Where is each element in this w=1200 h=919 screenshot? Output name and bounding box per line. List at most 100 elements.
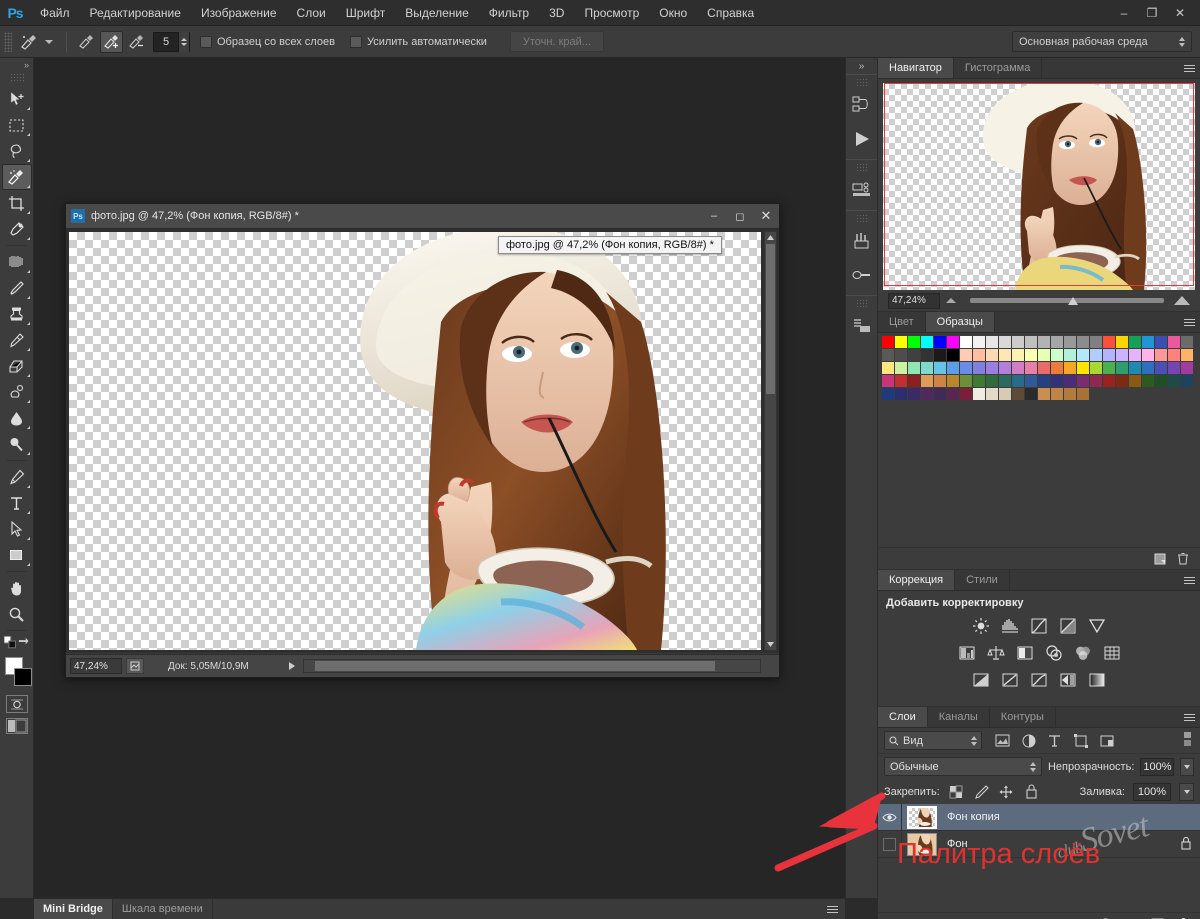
color-swatch[interactable]	[895, 375, 908, 388]
invert-icon[interactable]	[971, 670, 991, 690]
color-swatch[interactable]	[1155, 336, 1168, 349]
tools-grip[interactable]	[9, 73, 24, 83]
navigator-panel-menu-button[interactable]	[1178, 58, 1200, 78]
color-swatch[interactable]	[1116, 388, 1129, 401]
color-swatch[interactable]	[908, 362, 921, 375]
curves-icon[interactable]	[1029, 616, 1049, 636]
scroll-down-icon[interactable]	[765, 639, 776, 650]
color-swatch[interactable]	[1090, 375, 1103, 388]
color-swatch[interactable]	[1012, 375, 1025, 388]
color-swatch[interactable]	[973, 349, 986, 362]
mini-bridge-icon[interactable]	[848, 88, 876, 122]
document-horizontal-scrollbar[interactable]	[302, 659, 761, 673]
color-swatch[interactable]	[1181, 362, 1194, 375]
opacity-chevron-down-icon[interactable]	[1180, 757, 1195, 776]
opacity-value[interactable]: 100%	[1140, 757, 1175, 776]
document-minimize-button[interactable]: –	[701, 204, 727, 229]
color-swatch[interactable]	[1129, 336, 1142, 349]
new-swatch-icon[interactable]	[1153, 552, 1167, 566]
color-swatch[interactable]	[1051, 388, 1064, 401]
hand-tool[interactable]	[2, 575, 32, 601]
color-swatch[interactable]	[1090, 349, 1103, 362]
brush-size-arrows[interactable]	[178, 31, 189, 52]
color-swatch[interactable]	[921, 349, 934, 362]
spot-healing-tool[interactable]	[2, 249, 32, 275]
brush-tool[interactable]	[2, 275, 32, 301]
color-swatch[interactable]	[947, 336, 960, 349]
default-colors-icon[interactable]	[4, 636, 17, 649]
dock-collapse-button[interactable]: »	[846, 58, 877, 74]
swap-colors-icon[interactable]	[17, 636, 30, 649]
color-swatch[interactable]	[921, 362, 934, 375]
type-filter-icon[interactable]	[1046, 732, 1063, 749]
lock-transparent-icon[interactable]	[948, 783, 965, 800]
color-swatch[interactable]	[908, 401, 921, 414]
tab-histogram[interactable]: Гистограмма	[953, 58, 1043, 78]
color-swatch[interactable]	[895, 362, 908, 375]
color-swatch[interactable]	[1168, 336, 1181, 349]
dock-grip[interactable]	[855, 163, 868, 171]
sample-all-layers-checkbox[interactable]: Образец со всех слоев	[200, 35, 335, 48]
menu-item-file[interactable]: Файл	[30, 2, 80, 24]
eraser-tool[interactable]	[2, 353, 32, 379]
color-swatch[interactable]	[1116, 362, 1129, 375]
color-swatch[interactable]	[1038, 362, 1051, 375]
color-swatch[interactable]	[1064, 362, 1077, 375]
layer-visibility-toggle[interactable]	[878, 803, 902, 831]
color-swatch[interactable]	[1090, 362, 1103, 375]
workspace-selector[interactable]: Основная рабочая среда	[1012, 31, 1192, 52]
lock-all-icon[interactable]	[1023, 783, 1040, 800]
color-swatch[interactable]	[908, 349, 921, 362]
vertical-scroll-thumb[interactable]	[766, 244, 775, 394]
color-swatch[interactable]	[1012, 388, 1025, 401]
horizontal-scroll-thumb[interactable]	[314, 661, 715, 671]
layer-name[interactable]: Фон копия	[947, 811, 1000, 823]
color-swatch[interactable]	[908, 388, 921, 401]
status-proxy-icon[interactable]	[126, 658, 144, 674]
layer-thumbnail[interactable]	[907, 805, 937, 829]
color-swatch[interactable]	[1181, 388, 1194, 401]
selective-color-icon[interactable]	[1058, 670, 1078, 690]
clone-stamp-tool[interactable]	[2, 301, 32, 327]
gradient-tool[interactable]	[2, 379, 32, 405]
color-swatch[interactable]	[1103, 336, 1116, 349]
color-swatch[interactable]	[1038, 375, 1051, 388]
color-swatch[interactable]	[960, 375, 973, 388]
color-swatch[interactable]	[1116, 336, 1129, 349]
color-swatch[interactable]	[960, 349, 973, 362]
menu-item-window[interactable]: Окно	[649, 2, 697, 24]
color-swatch[interactable]	[1129, 375, 1142, 388]
color-lookup-icon[interactable]	[1102, 643, 1122, 663]
shape-filter-icon[interactable]	[1072, 732, 1089, 749]
layer-filter-select[interactable]: Вид	[884, 731, 982, 750]
bottom-panel-menu-button[interactable]	[827, 899, 845, 919]
levels-icon[interactable]	[1000, 616, 1020, 636]
color-swatch[interactable]	[921, 375, 934, 388]
tab-layers[interactable]: Слои	[878, 707, 928, 727]
quick-selection-tool[interactable]	[1, 164, 32, 190]
color-swatch[interactable]	[1038, 388, 1051, 401]
color-swatch[interactable]	[960, 336, 973, 349]
color-swatch[interactable]	[934, 349, 947, 362]
color-swatch[interactable]	[1025, 388, 1038, 401]
tab-styles[interactable]: Стили	[955, 570, 1010, 590]
document-maximize-button[interactable]: ◻	[727, 204, 753, 229]
adjustments-panel-menu-button[interactable]	[1178, 570, 1200, 590]
brush-mode-new-button[interactable]	[75, 31, 98, 53]
color-swatch[interactable]	[895, 388, 908, 401]
color-swatch[interactable]	[1181, 336, 1194, 349]
navigator-zoom-slider[interactable]	[946, 293, 1190, 309]
auto-enhance-checkbox[interactable]: Усилить автоматически	[349, 35, 487, 48]
actions-icon[interactable]	[848, 309, 876, 343]
color-swatch[interactable]	[908, 375, 921, 388]
exposure-icon[interactable]	[1058, 616, 1078, 636]
color-swatch[interactable]	[1142, 388, 1155, 401]
color-swatch[interactable]	[1116, 349, 1129, 362]
menu-item-filter[interactable]: Фильтр	[479, 2, 539, 24]
canvas-work-area[interactable]: Ps фото.jpg @ 47,2% (Фон копия, RGB/8#) …	[34, 58, 845, 898]
tools-collapse-button[interactable]: »	[0, 58, 33, 72]
document-vertical-scrollbar[interactable]	[764, 231, 777, 651]
color-swatch[interactable]	[1155, 362, 1168, 375]
color-swatch[interactable]	[1142, 349, 1155, 362]
black-white-icon[interactable]	[1015, 643, 1035, 663]
